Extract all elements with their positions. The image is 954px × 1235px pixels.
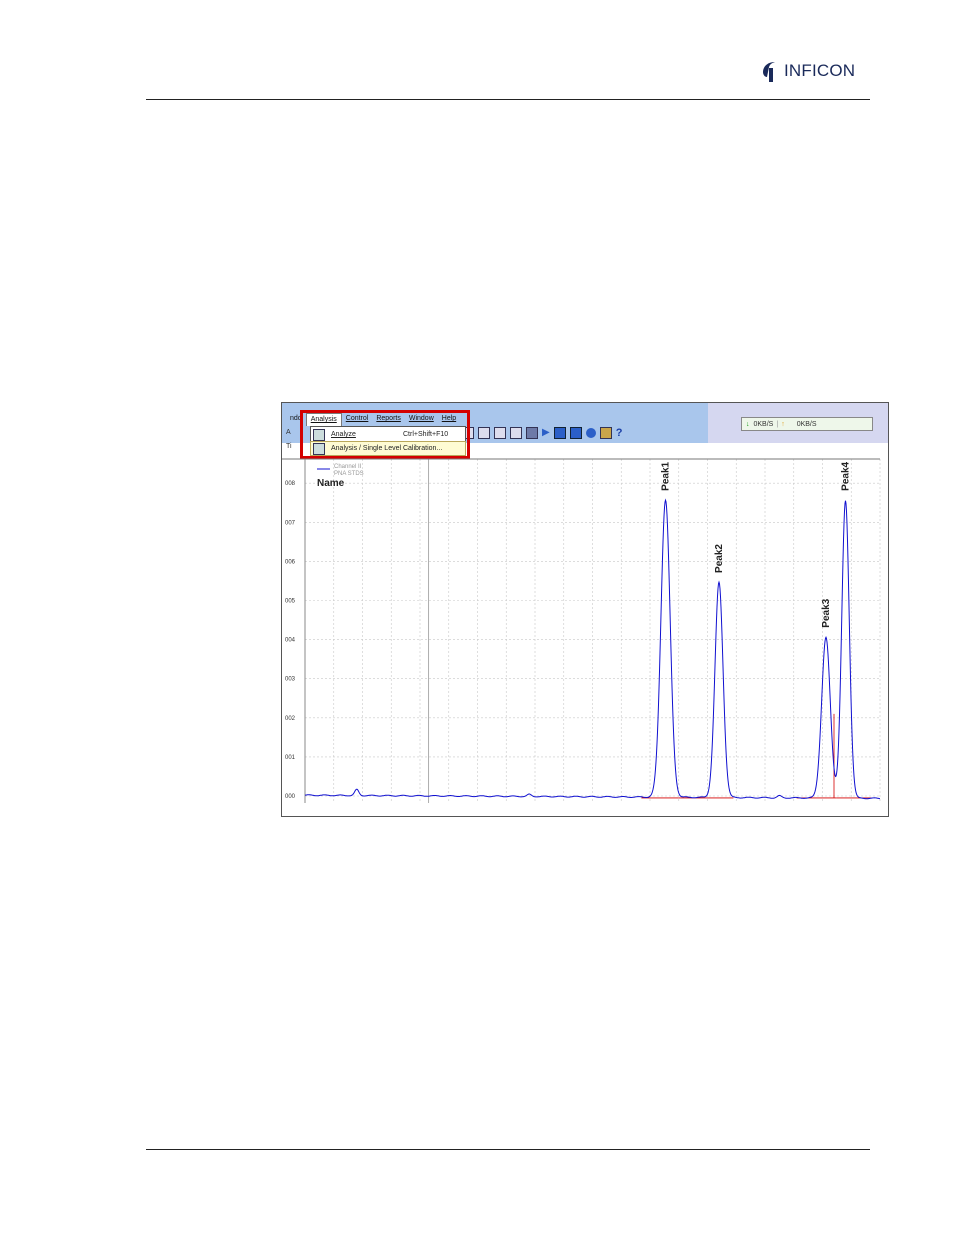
peak-label: Peak1 [661,461,672,490]
footer-rule [146,1149,870,1150]
peak-label: Peak3 [821,598,832,627]
highlight-box [300,410,470,459]
y-tick-label: 000 [285,794,296,800]
legend-name: Name [317,478,345,489]
toolbar-stop-icon[interactable] [526,427,538,439]
y-tick-label: 005 [285,599,296,605]
toolbar-globe-icon[interactable] [585,428,596,438]
inficon-logo-mark [763,62,775,82]
y-tick-label: 001 [285,755,296,761]
toolbar-analyze-icon[interactable] [510,427,522,439]
y-tick-label: 008 [285,481,296,487]
y-tick-label: 006 [285,559,296,565]
help-icon[interactable]: ? [616,427,623,439]
toolbar-run-icon[interactable] [553,427,566,439]
toolbar-report-icon[interactable] [478,427,490,439]
y-tick-label: 007 [285,520,296,526]
legend-sample: PNA STDS [334,471,364,477]
toolbar-play-icon[interactable]: ▶ [542,428,550,438]
app-screenshot: ndo Analysis Control Reports Window Help… [281,402,889,817]
status-indicator: ↓ 0KB/S | ↑ 0KB/S [741,417,873,431]
download-rate: 0KB/S [753,420,774,428]
peak-label: Peak2 [714,544,725,573]
legend-channel: Channel II [334,464,362,470]
toolbar-peak-icon[interactable] [494,427,506,439]
y-tick-label: 003 [285,677,296,683]
side-fragments: A Ti [286,429,292,450]
peak-label: Peak4 [841,461,852,490]
header-rule [146,99,870,100]
y-tick-label: 002 [285,716,296,722]
y-tick-label: 004 [285,638,296,644]
down-arrow-icon: ↓ [746,420,750,428]
side-fragment-ti: Ti [286,443,292,450]
toolbar-sequence-icon[interactable] [569,427,582,439]
chromatogram-chart: 000 001 002 003 004 005 006 007 008 Channel II P… [282,458,881,803]
side-fragment-a: A [286,429,291,436]
toolbar: ▶ ? [462,426,622,440]
upload-rate: 0KB/S [796,420,817,428]
inficon-logo: INFICON [760,58,855,84]
toolbar-tool-icon[interactable] [599,427,612,439]
inficon-logo-text: INFICON [784,61,856,80]
up-arrow-icon: ↑ [781,420,785,428]
